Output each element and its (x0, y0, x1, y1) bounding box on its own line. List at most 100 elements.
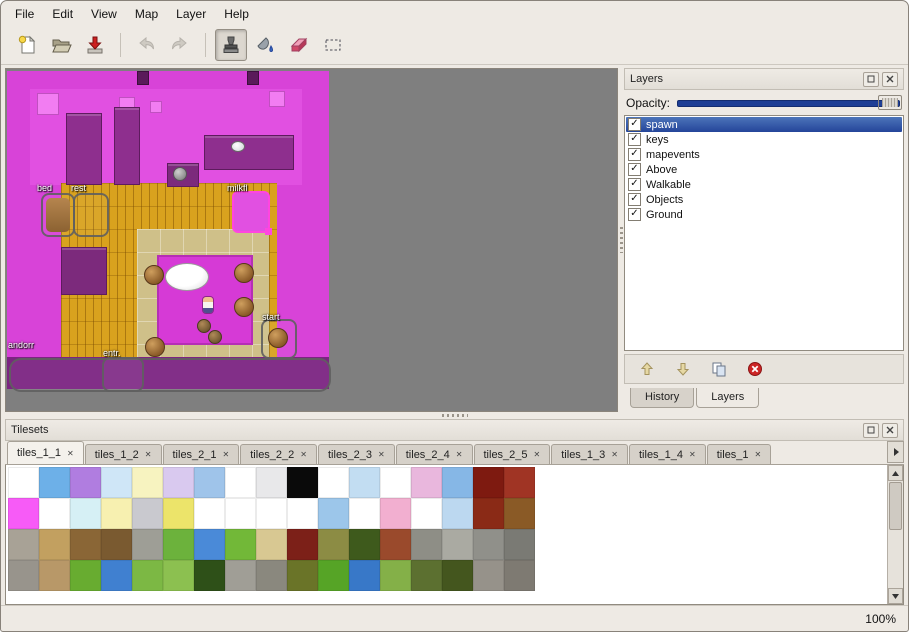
rectangular-select-button[interactable] (317, 29, 349, 61)
tile[interactable] (225, 529, 256, 560)
close-dock-button[interactable] (882, 423, 898, 438)
float-dock-button[interactable] (863, 72, 879, 87)
tile[interactable] (504, 560, 535, 591)
close-tab-icon[interactable]: ✕ (611, 450, 618, 459)
menu-edit[interactable]: Edit (44, 4, 81, 24)
tile[interactable] (287, 529, 318, 560)
tile[interactable] (411, 529, 442, 560)
tile[interactable] (473, 467, 504, 498)
tileset-tab-tiles_2_4[interactable]: tiles_2_4✕ (396, 444, 473, 464)
tile[interactable] (101, 560, 132, 591)
tile[interactable] (101, 467, 132, 498)
tile[interactable] (318, 560, 349, 591)
tile[interactable] (39, 529, 70, 560)
tile[interactable] (132, 560, 163, 591)
tile[interactable] (194, 498, 225, 529)
duplicate-layer-button[interactable] (709, 359, 729, 379)
map-object-andorr[interactable] (9, 358, 331, 392)
tile[interactable] (70, 498, 101, 529)
layer-visibility-checkbox[interactable]: ✓ (628, 118, 641, 131)
tile[interactable] (380, 467, 411, 498)
tile[interactable] (70, 529, 101, 560)
layer-row-Above[interactable]: ✓Above (626, 162, 902, 177)
close-tab-icon[interactable]: ✕ (223, 450, 230, 459)
tile[interactable] (163, 467, 194, 498)
close-tab-icon[interactable]: ✕ (534, 450, 541, 459)
close-tab-icon[interactable]: ✕ (755, 450, 762, 459)
tile[interactable] (318, 467, 349, 498)
redo-button[interactable] (164, 29, 196, 61)
tile[interactable] (349, 560, 380, 591)
close-tab-icon[interactable]: ✕ (300, 450, 307, 459)
tile[interactable] (256, 560, 287, 591)
close-tab-icon[interactable]: ✕ (378, 450, 385, 459)
tile[interactable] (380, 560, 411, 591)
save-map-button[interactable] (79, 29, 111, 61)
tile[interactable] (225, 467, 256, 498)
layer-row-spawn[interactable]: ✓spawn (626, 117, 902, 132)
tile[interactable] (442, 467, 473, 498)
tile[interactable] (504, 498, 535, 529)
close-tab-icon[interactable]: ✕ (145, 450, 152, 459)
tile[interactable] (442, 529, 473, 560)
layer-visibility-checkbox[interactable]: ✓ (628, 148, 641, 161)
tileset-tab-tiles_1_1[interactable]: tiles_1_1✕ (7, 441, 84, 464)
tile[interactable] (318, 498, 349, 529)
tile[interactable] (163, 498, 194, 529)
tile[interactable] (256, 467, 287, 498)
tile[interactable] (349, 498, 380, 529)
tile[interactable] (411, 467, 442, 498)
tile[interactable] (225, 560, 256, 591)
opacity-slider-track[interactable] (677, 100, 900, 107)
tileset-tab-tiles_1_2[interactable]: tiles_1_2✕ (85, 444, 162, 464)
map-object-rest[interactable] (73, 193, 109, 237)
tile[interactable] (504, 529, 535, 560)
menu-layer[interactable]: Layer (168, 4, 214, 24)
tileset-tab-tiles_1_4[interactable]: tiles_1_4✕ (629, 444, 706, 464)
layer-row-Objects[interactable]: ✓Objects (626, 192, 902, 207)
tile[interactable] (473, 560, 504, 591)
opacity-slider-handle[interactable] (878, 95, 902, 110)
open-map-button[interactable] (45, 29, 77, 61)
tile[interactable] (194, 529, 225, 560)
layer-visibility-checkbox[interactable]: ✓ (628, 163, 641, 176)
dock-tab-history[interactable]: History (630, 388, 694, 408)
close-tab-icon[interactable]: ✕ (689, 450, 696, 459)
tile[interactable] (8, 498, 39, 529)
eraser-button[interactable] (283, 29, 315, 61)
tile[interactable] (132, 498, 163, 529)
scroll-up-button[interactable] (888, 465, 903, 481)
stamp-brush-button[interactable] (215, 29, 247, 61)
tileset-scrollbar[interactable] (887, 465, 903, 604)
map-view[interactable]: bed rest milkfl start andorr entr. (5, 68, 618, 412)
selection-handle[interactable] (265, 228, 272, 235)
map-object-milkfl-selected[interactable] (232, 191, 270, 233)
layer-visibility-checkbox[interactable]: ✓ (628, 208, 641, 221)
layer-visibility-checkbox[interactable]: ✓ (628, 193, 641, 206)
lower-layer-button[interactable] (673, 359, 693, 379)
tile[interactable] (442, 560, 473, 591)
layer-row-mapevents[interactable]: ✓mapevents (626, 147, 902, 162)
tile[interactable] (163, 560, 194, 591)
tile[interactable] (473, 498, 504, 529)
tileset-tab-tiles_2_1[interactable]: tiles_2_1✕ (163, 444, 240, 464)
tile[interactable] (39, 467, 70, 498)
tile[interactable] (504, 467, 535, 498)
layer-visibility-checkbox[interactable]: ✓ (628, 133, 641, 146)
horizontal-splitter[interactable] (1, 412, 908, 419)
layer-row-keys[interactable]: ✓keys (626, 132, 902, 147)
tileset-tab-tiles_1_3[interactable]: tiles_1_3✕ (551, 444, 628, 464)
bucket-fill-button[interactable] (249, 29, 281, 61)
tile[interactable] (8, 560, 39, 591)
new-map-button[interactable] (11, 29, 43, 61)
layer-row-Ground[interactable]: ✓Ground (626, 207, 902, 222)
tile[interactable] (411, 560, 442, 591)
layer-list[interactable]: ✓spawn✓keys✓mapevents✓Above✓Walkable✓Obj… (624, 115, 904, 351)
scroll-tabs-right-button[interactable] (887, 441, 904, 463)
menu-help[interactable]: Help (216, 4, 257, 24)
tileset-tab-tiles_2_3[interactable]: tiles_2_3✕ (318, 444, 395, 464)
menu-map[interactable]: Map (127, 4, 166, 24)
dock-tab-layers[interactable]: Layers (696, 388, 759, 408)
menu-file[interactable]: File (7, 4, 42, 24)
tile[interactable] (411, 498, 442, 529)
